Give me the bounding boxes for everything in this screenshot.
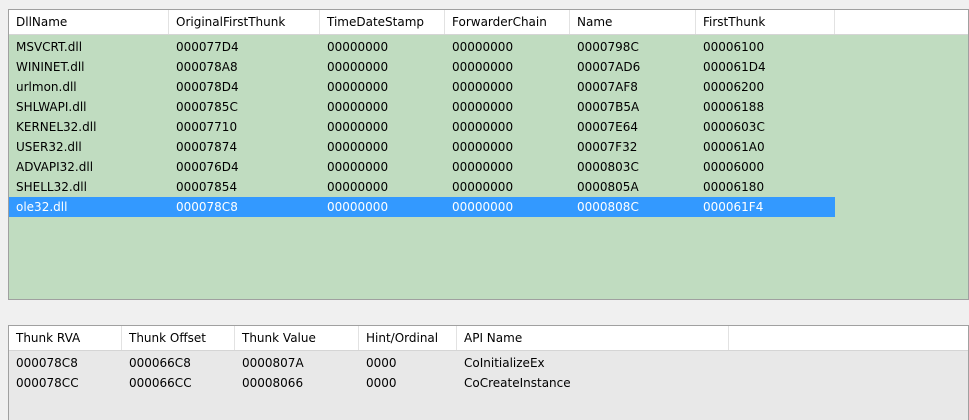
import-cell: 00000000: [327, 80, 389, 94]
import-cell: USER32.dll: [16, 140, 82, 154]
import-cell: 00007AD6: [577, 60, 641, 74]
import-cell: 0000603C: [703, 120, 765, 134]
import-table-body: MSVCRT.dll 000077D4 00000000 00000000 000079…: [9, 35, 968, 217]
import-cell: 000078C8: [176, 200, 238, 214]
column-header-firstthunk[interactable]: FirstThunk: [696, 10, 835, 34]
import-row[interactable]: WININET.dll 000078A8 00000000 00000000 00007…: [9, 57, 835, 77]
import-cell: 00000000: [327, 200, 389, 214]
import-cell: 00007AF8: [577, 80, 638, 94]
import-cell: 00007B5A: [577, 100, 640, 114]
import-cell: 0000803C: [577, 160, 639, 174]
import-cell: 00000000: [452, 80, 514, 94]
thunk-cell: 000078CC: [16, 376, 79, 390]
import-cell: 00006180: [703, 180, 765, 194]
import-cell: 00007710: [176, 120, 238, 134]
thunk-cell: 0000: [366, 356, 397, 370]
import-cell: KERNEL32.dll: [16, 120, 97, 134]
import-directory-table[interactable]: DllName OriginalFirstThunk TimeDateStamp…: [8, 9, 969, 300]
import-cell: SHELL32.dll: [16, 180, 87, 194]
import-cell: 00007F32: [577, 140, 638, 154]
import-cell: 00000000: [452, 140, 514, 154]
import-row[interactable]: SHLWAPI.dll 0000785C 00000000 00000000 00007…: [9, 97, 835, 117]
import-row[interactable]: USER32.dll 00007874 00000000 00000000 00007F…: [9, 137, 835, 157]
import-cell: 0000798C: [577, 40, 639, 54]
import-cell: 0000805A: [577, 180, 639, 194]
import-cell: 00000000: [327, 40, 389, 54]
import-cell: 00000000: [452, 180, 514, 194]
import-cell: 000078A8: [176, 60, 238, 74]
import-cell: 00006188: [703, 100, 765, 114]
thunk-cell: 0000807A: [242, 356, 304, 370]
import-cell: 00000000: [327, 180, 389, 194]
import-row[interactable]: KERNEL32.dll 00007710 00000000 00000000 0000…: [9, 117, 835, 137]
import-cell: 00006000: [703, 160, 765, 174]
column-header-dllname[interactable]: DllName: [9, 10, 169, 34]
import-cell: 0000785C: [176, 100, 238, 114]
column-header-originalfirstthunk[interactable]: OriginalFirstThunk: [169, 10, 320, 34]
import-cell: 00000000: [452, 40, 514, 54]
import-cell: 00007874: [176, 140, 238, 154]
import-cell: SHLWAPI.dll: [16, 100, 87, 114]
import-row[interactable]: urlmon.dll 000078D4 00000000 00000000 00007A…: [9, 77, 835, 97]
thunk-table-header: Thunk RVA Thunk Offset Thunk Value Hint/…: [9, 326, 968, 351]
thunk-cell: CoCreateInstance: [464, 376, 571, 390]
import-cell: 00000000: [327, 100, 389, 114]
thunk-cell: 000078C8: [16, 356, 78, 370]
thunk-table-body: 000078C8 000066C8 0000807A 0000 CoInitialize…: [9, 351, 968, 393]
import-cell: WININET.dll: [16, 60, 85, 74]
import-cell: 000061D4: [703, 60, 766, 74]
thunk-cell: 0000: [366, 376, 397, 390]
thunk-cell: CoInitializeEx: [464, 356, 545, 370]
import-table-header: DllName OriginalFirstThunk TimeDateStamp…: [9, 10, 968, 35]
import-cell: 000077D4: [176, 40, 239, 54]
import-cell: ole32.dll: [16, 200, 68, 214]
import-cell: 00000000: [327, 160, 389, 174]
import-cell: 00000000: [452, 160, 514, 174]
import-cell: 00000000: [452, 120, 514, 134]
thunk-cell: 00008066: [242, 376, 304, 390]
import-cell: 00006200: [703, 80, 765, 94]
column-header-thunk-rva[interactable]: Thunk RVA: [9, 326, 122, 350]
import-row[interactable]: ADVAPI32.dll 000076D4 00000000 00000000 0000…: [9, 157, 835, 177]
column-header-forwarderchain[interactable]: ForwarderChain: [445, 10, 570, 34]
column-header-thunk-offset[interactable]: Thunk Offset: [122, 326, 235, 350]
import-cell: 000078D4: [176, 80, 239, 94]
import-cell: 000061F4: [703, 200, 764, 214]
column-header-name[interactable]: Name: [570, 10, 696, 34]
column-header-api-name[interactable]: API Name: [457, 326, 729, 350]
thunk-row[interactable]: 000078CC 000066CC 00008066 0000 CoCreateInst…: [9, 373, 729, 393]
column-header-timedatestamp[interactable]: TimeDateStamp: [320, 10, 445, 34]
import-row[interactable]: ole32.dll 000078C8 00000000 00000000 0000808…: [9, 197, 835, 217]
thunk-cell: 000066C8: [129, 356, 191, 370]
import-cell: 00007E64: [577, 120, 639, 134]
import-row[interactable]: SHELL32.dll 00007854 00000000 00000000 00008…: [9, 177, 835, 197]
thunk-row[interactable]: 000078C8 000066C8 0000807A 0000 CoInitialize…: [9, 353, 729, 373]
import-row[interactable]: MSVCRT.dll 000077D4 00000000 00000000 000079…: [9, 37, 835, 57]
import-cell: 00007854: [176, 180, 238, 194]
import-cell: 000076D4: [176, 160, 239, 174]
import-cell: 000061A0: [703, 140, 765, 154]
column-header-thunk-value[interactable]: Thunk Value: [235, 326, 359, 350]
import-cell: ADVAPI32.dll: [16, 160, 94, 174]
import-cell: 00000000: [327, 140, 389, 154]
import-cell: urlmon.dll: [16, 80, 77, 94]
import-cell: 00000000: [452, 100, 514, 114]
column-header-filler: [835, 10, 968, 34]
thunk-cell: 000066CC: [129, 376, 192, 390]
import-cell: MSVCRT.dll: [16, 40, 83, 54]
column-header-hint-ordinal[interactable]: Hint/Ordinal: [359, 326, 457, 350]
import-cell: 00000000: [452, 200, 514, 214]
thunk-table[interactable]: Thunk RVA Thunk Offset Thunk Value Hint/…: [8, 325, 969, 420]
column-header-filler: [729, 326, 968, 350]
import-cell: 00000000: [327, 120, 389, 134]
import-cell: 00000000: [327, 60, 389, 74]
import-cell: 00000000: [452, 60, 514, 74]
import-cell: 00006100: [703, 40, 765, 54]
import-cell: 0000808C: [577, 200, 639, 214]
